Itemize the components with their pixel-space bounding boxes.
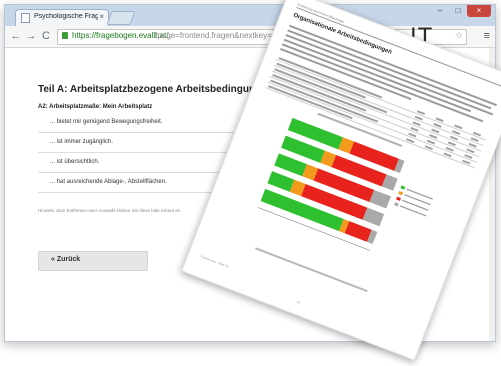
legend-swatch-red [396, 196, 401, 201]
browser-tab[interactable]: Psychologische Fragebo × [15, 9, 109, 27]
maximize-button[interactable]: □ [449, 5, 467, 17]
new-tab-button[interactable] [106, 11, 136, 25]
minimize-button[interactable]: – [431, 5, 449, 17]
page-favicon-icon [21, 13, 30, 23]
legend-label-line [402, 199, 429, 211]
bar-segment-green [274, 153, 307, 177]
bookmark-star-icon[interactable]: ☆ [455, 30, 463, 41]
legend-label-line [406, 188, 433, 200]
back-button-label: « Zurück [51, 256, 81, 263]
browser-menu-icon[interactable]: ≡ [484, 29, 490, 43]
answer-label: ... ist übersichtlich. [50, 159, 100, 165]
legend-label-line [404, 194, 431, 206]
answer-label: ... ist immer zugänglich. [50, 139, 114, 145]
tab-title: Psychologische Fragebo [34, 13, 98, 20]
paper-page-number: 25 [296, 299, 301, 305]
hint-text: Hinweis: Zum Entfernen einer Auswahl kli… [38, 208, 182, 213]
answer-label: ... hat ausreichende Ablage-, Abstellflä… [50, 179, 167, 185]
url-path: ?page=frontend.fragen&nextkey=A2 [153, 31, 282, 40]
back-button[interactable]: « Zurück [38, 251, 148, 271]
back-arrow-icon[interactable]: ← [9, 29, 23, 43]
answer-option[interactable]: ... ist immer zugänglich. [38, 133, 253, 153]
legend-swatch-orange [398, 191, 404, 196]
answer-label: ... bietet mir genügend Bewegungsfreihei… [50, 119, 163, 125]
reload-icon[interactable]: C [39, 29, 53, 43]
legend-swatch-gray [394, 202, 399, 207]
lock-icon [62, 32, 68, 39]
bar-segment-green [267, 171, 295, 192]
section-title: Teil A: Arbeitsplatzbezogene Arbeitsbedi… [38, 84, 273, 95]
question-title: A2: Arbeitsplatzmaße: Mein Arbeitsplatz [38, 104, 153, 110]
window-close-button[interactable]: × [467, 5, 491, 17]
paper-footnote: Evaluierung · Seite 25 [200, 254, 230, 269]
bar-segment-red [344, 221, 372, 242]
window-controls: – □ × [431, 5, 491, 19]
legend-label-line [399, 205, 427, 217]
tab-close-icon[interactable]: × [99, 12, 104, 21]
forward-arrow-icon[interactable]: → [24, 29, 38, 43]
answer-option[interactable]: ... bietet mir genügend Bewegungsfreihei… [38, 113, 253, 133]
legend-swatch-green [400, 185, 406, 190]
